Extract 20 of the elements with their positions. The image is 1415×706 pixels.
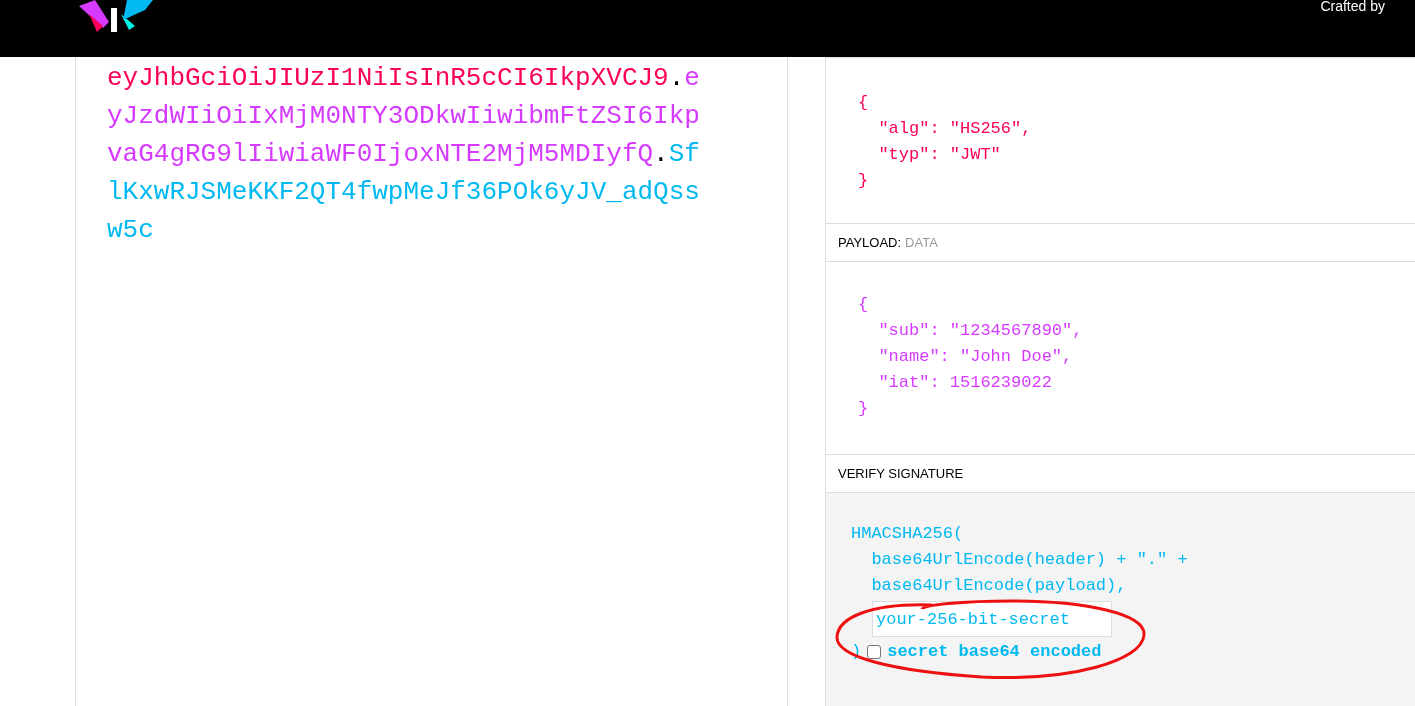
encoded-token: eyJhbGciOiJIUzI1NiIsInR5cCI6IkpXVCJ9.eyJzdWIiOiIxMjM0NTY3ODkwIiwibmFtZSI6IkpvaG4gRG9lIiwiaWF0IjoxNTE2MjM5MDIyfQ.SflKxwRJSMeKKF2QT4fwpMeJf36POk6yJV_adQssw5c: [107, 62, 701, 247]
verify-code-line: base64UrlEncode(header) + "." +: [870, 549, 1189, 571]
credit-text: Crafted by: [1320, 0, 1385, 16]
payload-json-line: "name": "John Doe",: [877, 346, 1074, 368]
secret-input-field[interactable]: your-256-bit-secret: [872, 601, 1112, 637]
header-json-line: }: [858, 170, 870, 192]
section-title: VERIFY SIGNATURE: [838, 464, 964, 483]
payload-json-line: }: [858, 398, 870, 420]
header-json-line: {: [858, 92, 870, 114]
header-json-line: "typ": "JWT": [877, 144, 1002, 166]
header-json-line: "alg": "HS256",: [877, 118, 1033, 140]
verify-code-line: base64UrlEncode(payload),: [870, 575, 1128, 597]
payload-json-line: "sub": "1234567890",: [877, 320, 1084, 342]
base64-checkbox[interactable]: [867, 644, 882, 659]
verify-code-line: HMACSHA256(: [851, 523, 965, 545]
payload-json-line: {: [858, 294, 870, 316]
checkbox-label: secret base64 encoded: [887, 641, 1102, 663]
section-subtitle: DATA: [905, 233, 938, 252]
payload-json-line: "iat": 1516239022: [877, 372, 1053, 394]
section-title: PAYLOAD:: [838, 233, 902, 252]
